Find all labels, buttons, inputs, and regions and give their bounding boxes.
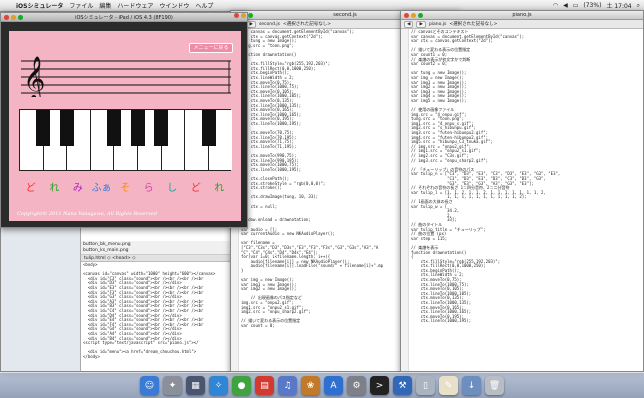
zoom-icon[interactable] — [418, 12, 423, 18]
zoom-icon[interactable] — [248, 12, 253, 18]
photos-icon[interactable]: ❀ — [301, 376, 320, 395]
zoom-icon[interactable] — [18, 14, 23, 20]
note-label: そ — [120, 183, 131, 194]
note-label: れ — [214, 183, 225, 194]
file-name[interactable]: piano.js — [429, 22, 446, 27]
black-key[interactable] — [202, 110, 216, 146]
xcode-code[interactable]: <body> <canvas id="canvas" width="1000" … — [81, 262, 249, 360]
menubar-item-edit[interactable]: 編集 — [99, 1, 111, 10]
black-key[interactable] — [60, 110, 74, 146]
close-icon[interactable] — [4, 14, 9, 20]
window-title: iOSシミュレータ - iPad / iOS 4.3 (8F190) — [75, 14, 173, 21]
ipad-screen[interactable]: メニューに戻る 𝄞 ど れ み ふぁ そ ら し ど れ Copyright© … — [9, 31, 241, 221]
dock: ☺ ✦ ▦ ✧ ● ▤ ♫ ❀ A ⚙ > ⚒ ▯ ✎ ↓ 🗑 — [0, 372, 644, 398]
piano-js-toolbar: ◀ ▶ piano.js <選択された記号なし> — [401, 20, 643, 29]
treble-clef-icon: 𝄞 — [23, 56, 45, 97]
note-label: み — [72, 183, 83, 194]
black-key[interactable] — [107, 110, 121, 146]
xcode-file-list: button_bk_menu.png button_ks_main.png — [81, 241, 249, 255]
back-to-menu-button[interactable]: メニューに戻る — [189, 43, 233, 53]
trash-icon[interactable]: 🗑 — [485, 376, 504, 395]
menubar-clock[interactable]: 土 17:04 — [606, 1, 631, 10]
file-row[interactable]: button_ks_main.png — [83, 248, 247, 254]
wifi-icon[interactable]: ◠ — [553, 2, 558, 9]
menubar-item-help[interactable]: ヘルプ — [195, 1, 213, 10]
piano-keyboard — [19, 109, 232, 171]
close-icon[interactable] — [234, 12, 239, 18]
line-gutter — [401, 29, 409, 371]
battery-icon[interactable]: ▭ — [573, 2, 579, 9]
menubar-item-hardware[interactable]: ハードウェア — [117, 1, 153, 10]
app-store-icon[interactable]: A — [324, 376, 343, 395]
note-label: ふぁ — [91, 183, 112, 194]
launchpad-icon[interactable]: ✦ — [163, 376, 182, 395]
note-label: し — [167, 183, 178, 194]
menubar-app-name[interactable]: iOSシミュレータ — [16, 1, 63, 10]
battery-percent[interactable]: (73%) — [583, 2, 601, 9]
black-key[interactable] — [36, 110, 50, 146]
mission-control-icon[interactable]: ▦ — [186, 376, 205, 395]
simulator-titlebar[interactable]: iOSシミュレータ - iPad / iOS 4.3 (8F190) — [1, 13, 247, 22]
note-label: ど — [190, 183, 201, 194]
spotlight-icon[interactable]: ⌕ — [637, 2, 640, 10]
ical-icon[interactable]: ▤ — [255, 376, 274, 395]
note-label: れ — [49, 183, 60, 194]
back-button[interactable]: ◀ — [404, 20, 414, 28]
simulator-icon[interactable]: ▯ — [416, 376, 435, 395]
menubar-item-window[interactable]: ウインドウ — [159, 1, 189, 10]
ios-simulator-window: iOSシミュレータ - iPad / iOS 4.3 (8F190) メニューに… — [0, 12, 248, 228]
window-title: piano.js — [512, 12, 532, 18]
minimize-icon[interactable] — [241, 12, 246, 18]
close-icon[interactable] — [404, 12, 409, 18]
copyright-text: Copyright© 2011 Nana Yanagawa, All Right… — [17, 211, 158, 217]
finder-icon[interactable]: ☺ — [140, 376, 159, 395]
piano-js-window: piano.js ◀ ▶ piano.js <選択された記号なし> // can… — [400, 10, 644, 372]
safari-icon[interactable]: ✧ — [209, 376, 228, 395]
terminal-icon[interactable]: > — [370, 376, 389, 395]
xcode-jump-bar[interactable]: tulip.html ◇ <head> ◇ — [81, 255, 249, 262]
facetime-icon[interactable]: ● — [232, 376, 251, 395]
minimize-icon[interactable] — [411, 12, 416, 18]
music-staff: 𝄞 — [21, 56, 231, 97]
note-label: ど — [25, 183, 36, 194]
xcode-icon[interactable]: ⚒ — [393, 376, 412, 395]
preferences-icon[interactable]: ⚙ — [347, 376, 366, 395]
piano-js-code[interactable]: // canvasとそのコンテキスト var canvas = document… — [409, 29, 562, 371]
second-js-code[interactable]: var canvas = document.getElementById("ca… — [239, 29, 385, 371]
file-name[interactable]: second.js — [259, 22, 280, 27]
volume-icon[interactable]: ◀ — [563, 2, 568, 9]
symbol-popup[interactable]: <選択された記号なし> — [449, 21, 497, 27]
downloads-icon[interactable]: ↓ — [462, 376, 481, 395]
minimize-icon[interactable] — [11, 14, 16, 20]
note-labels: ど れ み ふぁ そ ら し ど れ — [19, 179, 231, 194]
staff-lines — [21, 60, 231, 94]
piano-js-titlebar[interactable]: piano.js — [401, 11, 643, 20]
black-key[interactable] — [131, 110, 145, 146]
note-label: ら — [143, 183, 154, 194]
itunes-icon[interactable]: ♫ — [278, 376, 297, 395]
black-key[interactable] — [154, 110, 168, 146]
forward-button[interactable]: ▶ — [416, 20, 426, 28]
menubar-item-file[interactable]: ファイル — [69, 1, 93, 10]
symbol-popup[interactable]: <選択された記号なし> — [283, 21, 331, 27]
textedit-icon[interactable]: ✎ — [439, 376, 458, 395]
